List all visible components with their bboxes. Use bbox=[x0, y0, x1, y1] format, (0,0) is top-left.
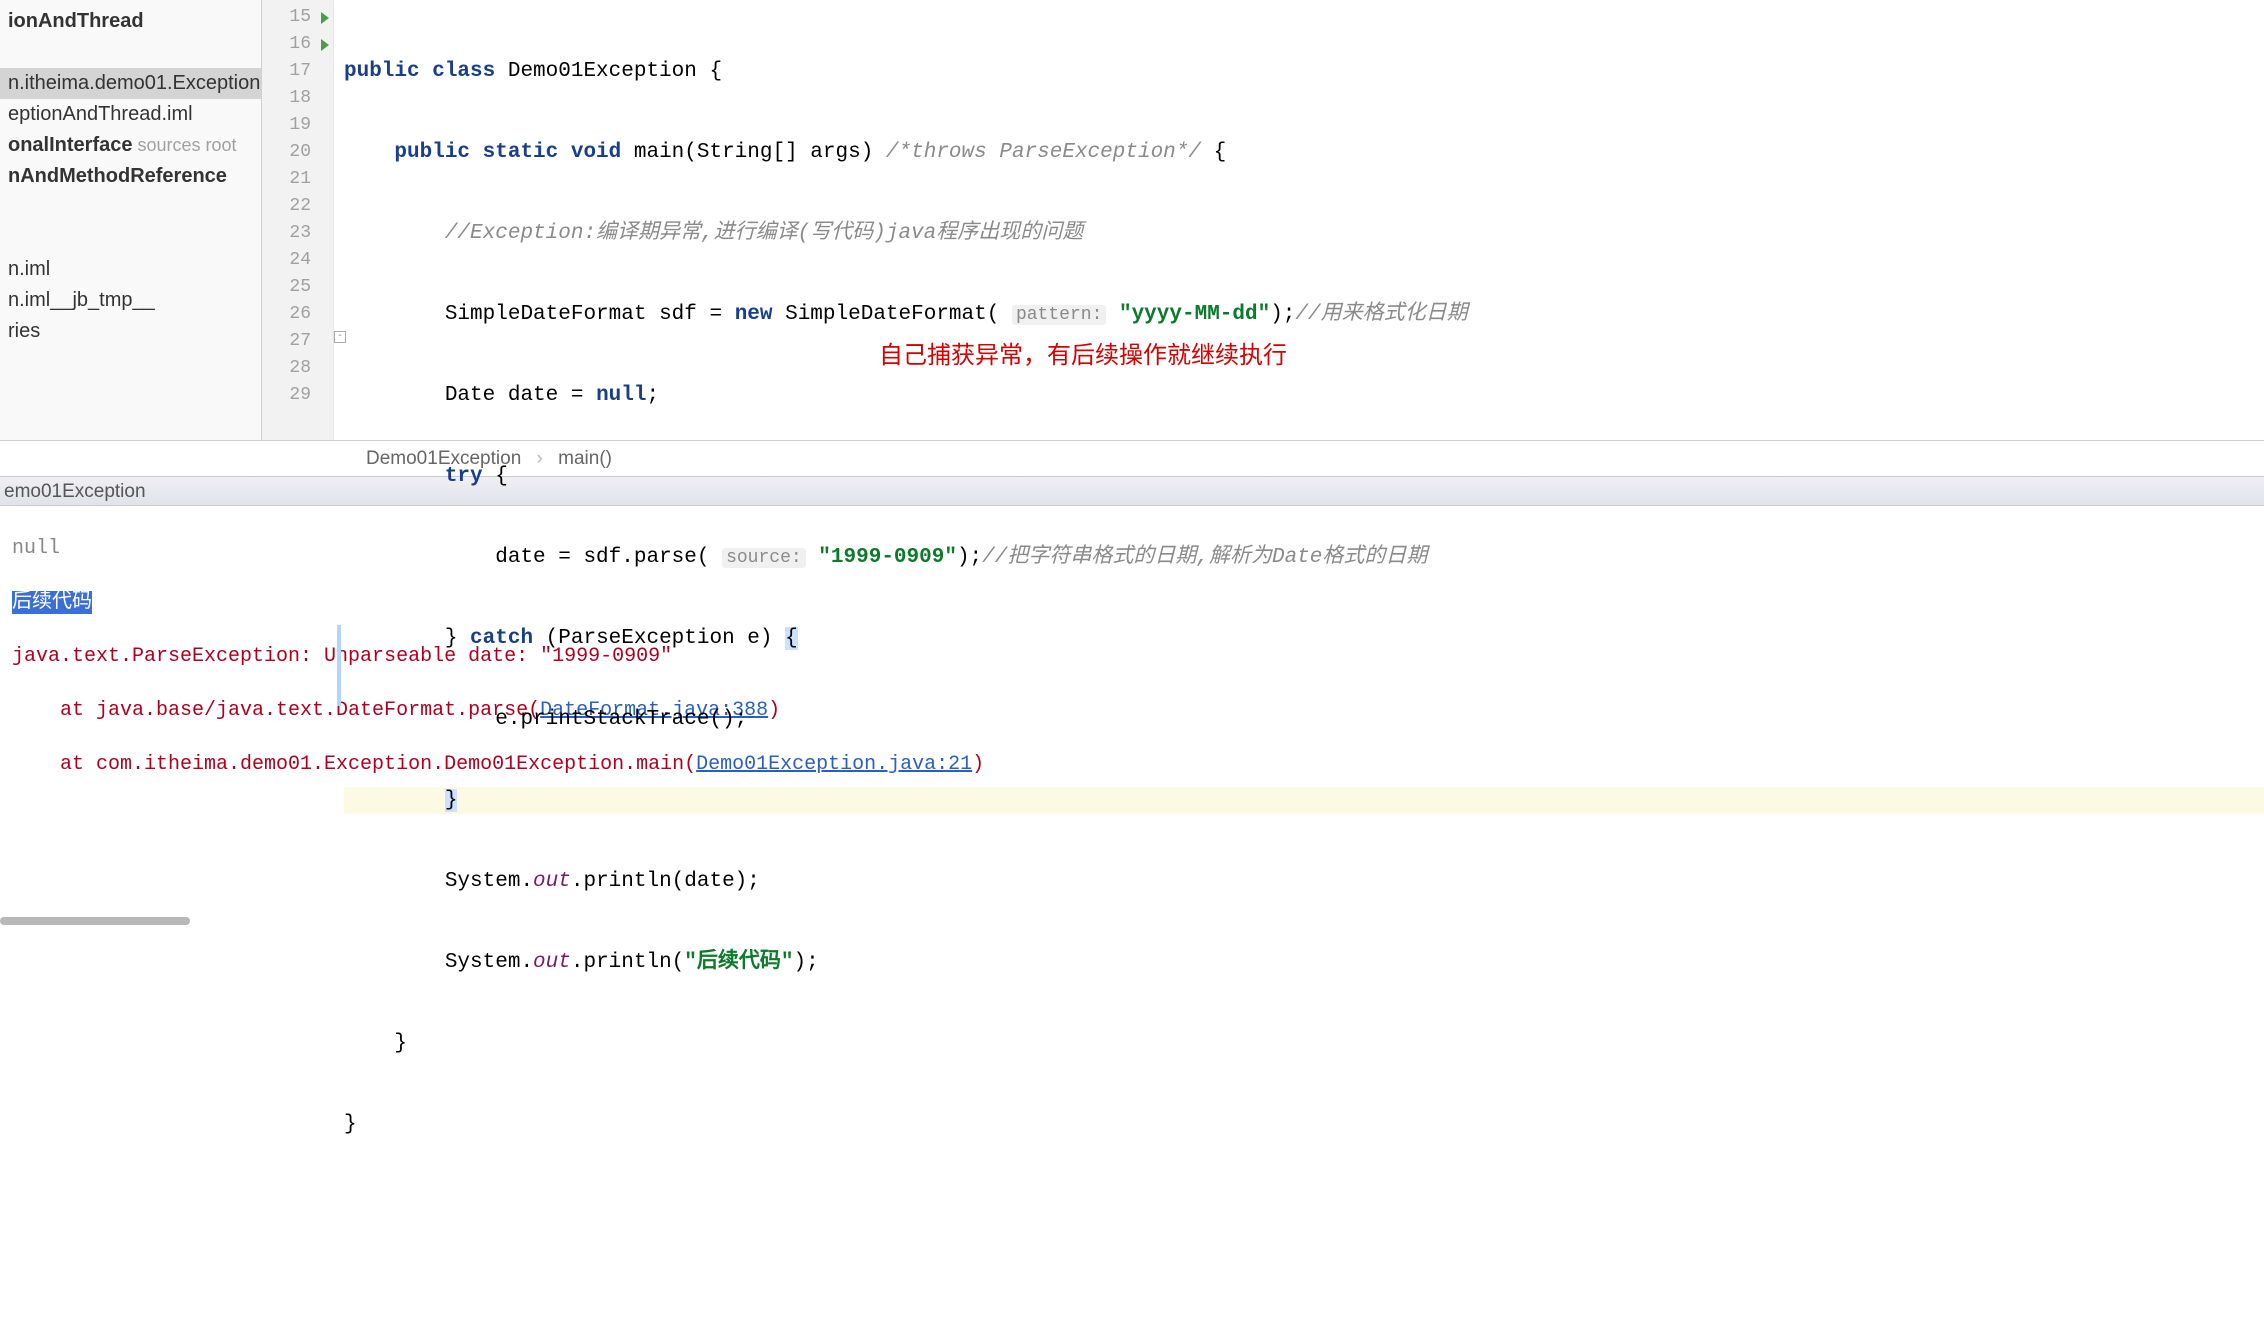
gutter-line[interactable]: 17 bbox=[262, 58, 333, 85]
code-line-29[interactable] bbox=[344, 1192, 2264, 1219]
gutter-line[interactable]: 15 bbox=[262, 4, 333, 31]
code-line-15[interactable]: public class Demo01Exception { bbox=[344, 58, 2264, 85]
code-line-25[interactable]: System.out.println(date); bbox=[344, 868, 2264, 895]
code-line-21[interactable]: date = sdf.parse( source: "1999-0909");/… bbox=[344, 544, 2264, 571]
editor-row: ionAndThread n.itheima.demo01.Exception … bbox=[0, 0, 2264, 440]
gutter-line[interactable]: 22 bbox=[262, 193, 333, 220]
gutter-line[interactable]: 21 bbox=[262, 166, 333, 193]
gutter-line[interactable]: 20 bbox=[262, 139, 333, 166]
tree-item[interactable]: eptionAndThread.iml bbox=[0, 99, 261, 130]
tree-item-selected[interactable]: n.itheima.demo01.Exception bbox=[0, 68, 261, 99]
code-line-22[interactable]: } catch (ParseException e) { bbox=[344, 625, 2264, 652]
gutter-line[interactable]: 19 bbox=[262, 112, 333, 139]
change-marker bbox=[337, 625, 341, 706]
tree-item[interactable]: onalInterface sources root bbox=[0, 130, 261, 161]
tree-spacer bbox=[0, 37, 261, 68]
gutter-line[interactable]: 24 bbox=[262, 247, 333, 274]
gutter-line[interactable]: 25 bbox=[262, 274, 333, 301]
gutter-line[interactable]: 18 bbox=[262, 85, 333, 112]
gutter-line[interactable]: 29 bbox=[262, 382, 333, 409]
code-line-16[interactable]: public static void main(String[] args) /… bbox=[344, 139, 2264, 166]
tree-spacer bbox=[0, 192, 261, 223]
gutter-line[interactable]: 27 bbox=[262, 328, 333, 355]
code-editor[interactable]: public class Demo01Exception { public st… bbox=[334, 0, 2264, 440]
fold-toggle-icon[interactable]: - bbox=[334, 331, 346, 343]
gutter-line[interactable]: 23 bbox=[262, 220, 333, 247]
code-line-27[interactable]: } bbox=[344, 1030, 2264, 1057]
code-line-24-current[interactable]: } bbox=[344, 787, 2264, 814]
code-line-20[interactable]: try { bbox=[344, 463, 2264, 490]
code-line-28[interactable]: } bbox=[344, 1111, 2264, 1138]
gutter-line[interactable]: 26 bbox=[262, 301, 333, 328]
project-tree[interactable]: ionAndThread n.itheima.demo01.Exception … bbox=[0, 0, 262, 440]
tree-spacer bbox=[0, 223, 261, 254]
tree-item[interactable]: n.iml bbox=[0, 254, 261, 285]
tree-item[interactable]: ries bbox=[0, 316, 261, 347]
editor-gutter[interactable]: 15 16 17 18 19 20 21 22 23 24 25 26 27 2… bbox=[262, 0, 334, 440]
code-line-18[interactable]: SimpleDateFormat sdf = new SimpleDateFor… bbox=[344, 301, 2264, 328]
code-line-23[interactable]: e.printStackTrace(); bbox=[344, 706, 2264, 733]
tree-item[interactable]: nAndMethodReference bbox=[0, 161, 261, 192]
code-line-19[interactable]: Date date = null; bbox=[344, 382, 2264, 409]
gutter-line[interactable]: 16 bbox=[262, 31, 333, 58]
code-line-26[interactable]: System.out.println("后续代码"); bbox=[344, 949, 2264, 976]
tree-item[interactable]: ionAndThread bbox=[0, 6, 261, 37]
code-line-17[interactable]: //Exception:编译期异常,进行编译(写代码)java程序出现的问题 bbox=[344, 220, 2264, 247]
selected-text: 后续代码 bbox=[12, 591, 92, 614]
annotation-overlay: 自己捕获异常，有后续操作就继续执行 bbox=[879, 342, 1287, 369]
tree-item[interactable]: n.iml__jb_tmp__ bbox=[0, 285, 261, 316]
gutter-line[interactable]: 28 bbox=[262, 355, 333, 382]
